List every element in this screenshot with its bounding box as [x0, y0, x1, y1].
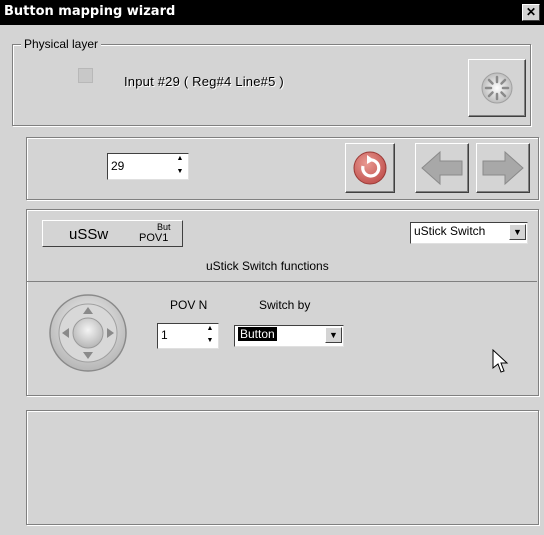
- settings-button[interactable]: [468, 59, 526, 117]
- titlebar[interactable]: Button mapping wizard ✕: [0, 0, 544, 25]
- pov-label: POV N: [170, 298, 208, 312]
- functions-title: uStick Switch functions: [206, 259, 329, 273]
- physical-layer-checkbox[interactable]: [78, 68, 93, 83]
- mapping-type-button[interactable]: uSSw But POV1: [42, 220, 183, 247]
- input-number-spinner[interactable]: 29 ▲ ▼: [107, 153, 189, 180]
- arrow-left-icon: [421, 150, 463, 186]
- mapping-type-sub: POV1: [139, 232, 169, 244]
- spin-down-icon[interactable]: ▼: [174, 167, 186, 180]
- refresh-icon: [353, 151, 387, 185]
- pov-spinner-arrows[interactable]: ▲ ▼: [204, 324, 216, 348]
- pov-number-value: 1: [161, 328, 168, 342]
- close-button[interactable]: ✕: [522, 4, 540, 21]
- window-title: Button mapping wizard: [4, 4, 176, 19]
- input-number-value: 29: [111, 159, 125, 173]
- dpad-icon: [49, 294, 127, 372]
- spinner-arrows[interactable]: ▲ ▼: [174, 154, 186, 179]
- function-select[interactable]: uStick Switch ▼: [410, 222, 528, 244]
- arrow-right-icon: [482, 150, 524, 186]
- mouse-cursor-icon: [492, 349, 509, 373]
- pov-number-spinner[interactable]: 1 ▲ ▼: [157, 323, 219, 349]
- close-icon: ✕: [525, 5, 537, 19]
- separator: [26, 281, 537, 282]
- chevron-down-icon[interactable]: ▼: [509, 224, 526, 240]
- mapping-type-sup: But: [157, 222, 171, 232]
- empty-group: [26, 410, 539, 525]
- spin-down-icon[interactable]: ▼: [204, 336, 216, 348]
- spin-up-icon[interactable]: ▲: [204, 324, 216, 336]
- switch-by-value: Button: [238, 327, 277, 341]
- switch-by-label: Switch by: [259, 298, 311, 312]
- function-select-value: uStick Switch: [414, 224, 486, 238]
- switch-by-select[interactable]: Button ▼: [234, 325, 344, 347]
- mapping-type-label: uSSw: [69, 226, 109, 243]
- physical-layer-legend: Physical layer: [21, 37, 102, 51]
- chevron-down-icon[interactable]: ▼: [325, 327, 342, 343]
- reset-button[interactable]: [345, 143, 395, 193]
- gear-icon: [481, 72, 513, 104]
- button-mapping-wizard-window: Button mapping wizard ✕ Physical layer I…: [0, 0, 544, 535]
- input-info-label: Input #29 ( Reg#4 Line#5 ): [124, 74, 284, 89]
- next-button[interactable]: [476, 143, 530, 193]
- spin-up-icon[interactable]: ▲: [174, 154, 186, 167]
- previous-button[interactable]: [415, 143, 469, 193]
